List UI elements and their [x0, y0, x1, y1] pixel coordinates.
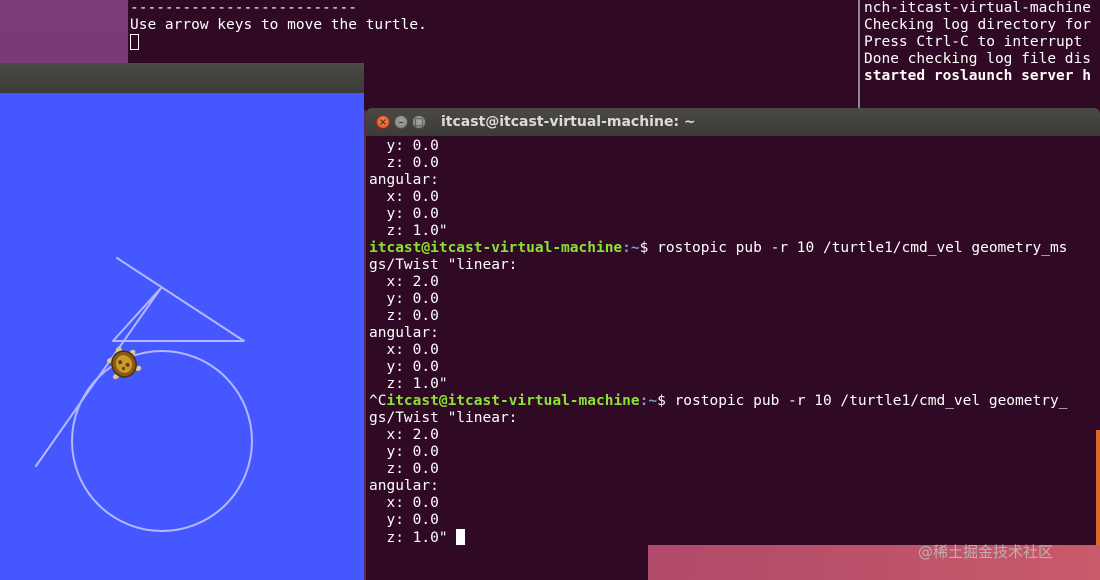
prompt-user: itcast@itcast-virtual-machine [369, 240, 623, 256]
output-line: x: 2.0 [369, 427, 439, 443]
output-line: y: 0.0 [369, 206, 439, 222]
command-line: itcast@itcast-virtual-machine:~$ rostopi… [366, 240, 1100, 257]
roslaunch-line: Done checking log file dis [864, 51, 1091, 67]
minimize-icon: – [398, 117, 404, 128]
terminal-output[interactable]: y: 0.0 z: 0.0 angular: x: 0.0 y: 0.0 z: … [366, 138, 1100, 548]
interrupt-prefix: ^C [369, 393, 387, 409]
watermark: @稀土掘金技术社区 [918, 543, 1054, 561]
output-line: z: 1.0" [369, 223, 448, 239]
turtle-path-circle [71, 350, 253, 532]
output-line: z: 0.0 [369, 308, 439, 324]
command-line: ^Citcast@itcast-virtual-machine:~$ rosto… [366, 393, 1100, 410]
output-line: x: 2.0 [369, 274, 439, 290]
output-line: z: 1.0" [369, 376, 448, 392]
prompt-user: itcast@itcast-virtual-machine [386, 393, 640, 409]
maximize-button[interactable]: □ [412, 115, 426, 129]
output-line: gs/Twist "linear: [369, 257, 518, 273]
teleop-line: -------------------------- [130, 0, 357, 16]
roslaunch-line: Checking log directory for [864, 17, 1091, 33]
prompt-path: :~ [622, 240, 640, 256]
output-line: x: 0.0 [369, 342, 439, 358]
output-line: y: 0.0 [369, 291, 439, 307]
terminal-cursor [456, 529, 466, 545]
output-line: angular: [369, 325, 439, 341]
output-line: y: 0.0 [369, 138, 439, 154]
output-line: angular: [369, 172, 439, 188]
teleop-cursor-line [128, 34, 860, 52]
output-line: gs/Twist "linear: [369, 410, 518, 426]
close-icon: × [378, 117, 388, 128]
terminal-cursor [130, 34, 139, 50]
command-text: $ rostopic pub -r 10 /turtle1/cmd_vel ge… [639, 240, 1068, 256]
output-line: y: 0.0 [369, 359, 439, 375]
turtlesim-window[interactable] [0, 63, 364, 580]
window-title: itcast@itcast-virtual-machine: ~ [441, 114, 696, 130]
roslaunch-terminal[interactable]: nch-itcast-virtual-machine Checking log … [858, 0, 1100, 110]
roslaunch-line: Press Ctrl-C to interrupt [864, 34, 1083, 50]
output-line: y: 0.0 [369, 512, 439, 528]
main-terminal-titlebar[interactable]: × – □ itcast@itcast-virtual-machine: ~ [366, 108, 1100, 136]
output-line: z: 0.0 [369, 155, 439, 171]
roslaunch-line: started roslaunch server h [864, 68, 1091, 84]
close-button[interactable]: × [376, 115, 390, 129]
teleop-line: Use arrow keys to move the turtle. [130, 17, 427, 33]
turtlesim-canvas [0, 93, 364, 580]
turtlesim-titlebar[interactable] [0, 63, 364, 93]
output-line: x: 0.0 [369, 189, 439, 205]
output-text: z: 1.0" [369, 530, 457, 546]
output-line: y: 0.0 [369, 444, 439, 460]
roslaunch-line: nch-itcast-virtual-machine [864, 0, 1091, 16]
main-terminal-window[interactable]: × – □ itcast@itcast-virtual-machine: ~ y… [366, 108, 1100, 580]
window-edge [1096, 430, 1100, 545]
turtle-path-drawing [35, 257, 253, 532]
maximize-icon: □ [414, 117, 424, 128]
turtle-path-triangle [35, 257, 245, 467]
output-line: angular: [369, 478, 439, 494]
output-line: z: 0.0 [369, 461, 439, 477]
prompt-path: :~ [639, 393, 658, 409]
minimize-button[interactable]: – [394, 115, 408, 129]
command-text: $ rostopic pub -r 10 /turtle1/cmd_vel ge… [657, 393, 1068, 409]
turtle-icon [107, 346, 142, 380]
output-line: x: 0.0 [369, 495, 439, 511]
